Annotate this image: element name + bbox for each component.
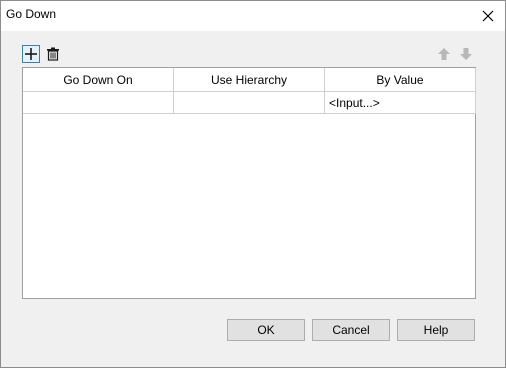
title-bar: Go Down — [1, 1, 505, 31]
close-button[interactable] — [471, 1, 505, 31]
move-up-button[interactable] — [435, 45, 453, 63]
delete-row-button[interactable] — [44, 45, 62, 63]
cell-use-hierarchy[interactable] — [174, 92, 325, 114]
column-header-by-value[interactable]: By Value — [325, 68, 476, 92]
column-header-go-down-on[interactable]: Go Down On — [23, 68, 174, 92]
ok-button[interactable]: OK — [227, 319, 305, 341]
cell-go-down-on[interactable] — [23, 92, 174, 114]
close-icon — [482, 10, 494, 22]
window-title: Go Down — [6, 7, 57, 21]
cancel-button[interactable]: Cancel — [312, 319, 390, 341]
arrow-up-icon — [438, 48, 450, 60]
table-row[interactable]: <Input...> — [23, 92, 476, 114]
go-down-table: Go Down On Use Hierarchy By Value <Input… — [22, 67, 476, 299]
help-button[interactable]: Help — [397, 319, 475, 341]
arrow-down-icon — [460, 48, 472, 60]
plus-icon — [25, 48, 37, 60]
column-header-use-hierarchy[interactable]: Use Hierarchy — [174, 68, 325, 92]
move-down-button[interactable] — [457, 45, 475, 63]
cell-by-value[interactable]: <Input...> — [325, 92, 476, 114]
trash-icon — [47, 47, 59, 61]
go-down-dialog: Go Down Go Down On Use Hierarchy By Valu… — [0, 0, 506, 368]
add-row-button[interactable] — [22, 45, 40, 63]
table-header: Go Down On Use Hierarchy By Value — [23, 68, 476, 92]
